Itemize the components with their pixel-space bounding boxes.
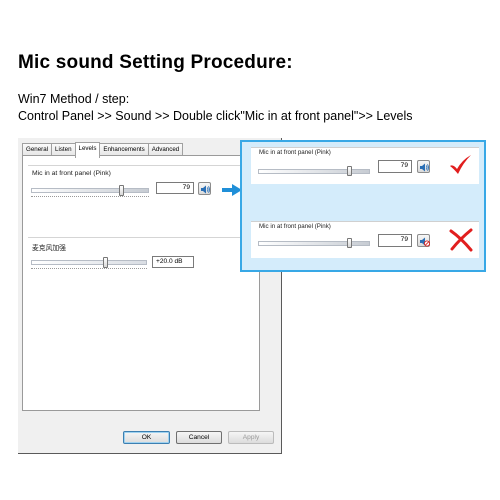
wrong-example-speaker bbox=[417, 234, 430, 247]
wrong-example-label: Mic in at front panel (Pink) bbox=[259, 223, 331, 230]
mic-level-value[interactable]: 79 bbox=[156, 182, 194, 194]
mic-mute-button[interactable] bbox=[198, 182, 211, 195]
wrong-example-slider bbox=[258, 241, 370, 246]
correct-example-slider bbox=[258, 169, 370, 174]
cancel-button[interactable]: Cancel bbox=[176, 431, 222, 444]
page-title: Mic sound Setting Procedure: bbox=[18, 52, 293, 73]
mic-boost-value: +20.0 dB bbox=[152, 256, 194, 268]
correct-example-speaker bbox=[417, 160, 430, 173]
arrow-right-icon bbox=[222, 184, 242, 196]
mic-boost-label: 麦克风加强 bbox=[32, 245, 66, 252]
mic-boost-group: 麦克风加强 +20.0 dB bbox=[28, 237, 254, 282]
check-mark-icon bbox=[450, 155, 471, 174]
wrong-example: Mic in at front panel (Pink) 79 bbox=[251, 221, 479, 258]
speaker-icon bbox=[420, 163, 429, 172]
tab-levels[interactable]: Levels bbox=[74, 142, 101, 158]
speaker-muted-icon bbox=[420, 237, 430, 247]
speaker-icon bbox=[201, 185, 210, 194]
mic-level-slider-thumb[interactable] bbox=[119, 185, 124, 196]
wrong-example-value: 79 bbox=[378, 234, 412, 247]
correct-example-label: Mic in at front panel (Pink) bbox=[259, 149, 331, 156]
tab-strip: General Listen Levels Enhancements Advan… bbox=[22, 142, 184, 158]
comparison-callout: Mic in at front panel (Pink) 79 Mic in a… bbox=[240, 140, 486, 272]
wrong-example-slider-thumb bbox=[347, 238, 352, 248]
mic-level-slider[interactable] bbox=[31, 188, 149, 193]
mic-boost-slider-thumb[interactable] bbox=[103, 257, 108, 268]
apply-button: Apply bbox=[228, 431, 274, 444]
navigation-path: Control Panel >> Sound >> Double click"M… bbox=[18, 109, 413, 123]
correct-example-value: 79 bbox=[378, 160, 412, 173]
mic-boost-slider-ticks bbox=[31, 268, 147, 271]
cross-mark-icon bbox=[449, 228, 473, 252]
mic-level-label: Mic in at front panel (Pink) bbox=[32, 170, 111, 177]
mic-level-group: Mic in at front panel (Pink) 79 bbox=[28, 165, 254, 210]
correct-example: Mic in at front panel (Pink) 79 bbox=[251, 147, 479, 184]
mic-slider-ticks bbox=[31, 196, 149, 199]
ok-button[interactable]: OK bbox=[123, 431, 170, 444]
mic-boost-slider[interactable] bbox=[31, 260, 147, 265]
method-heading: Win7 Method / step: bbox=[18, 92, 130, 106]
correct-example-slider-thumb bbox=[347, 166, 352, 176]
